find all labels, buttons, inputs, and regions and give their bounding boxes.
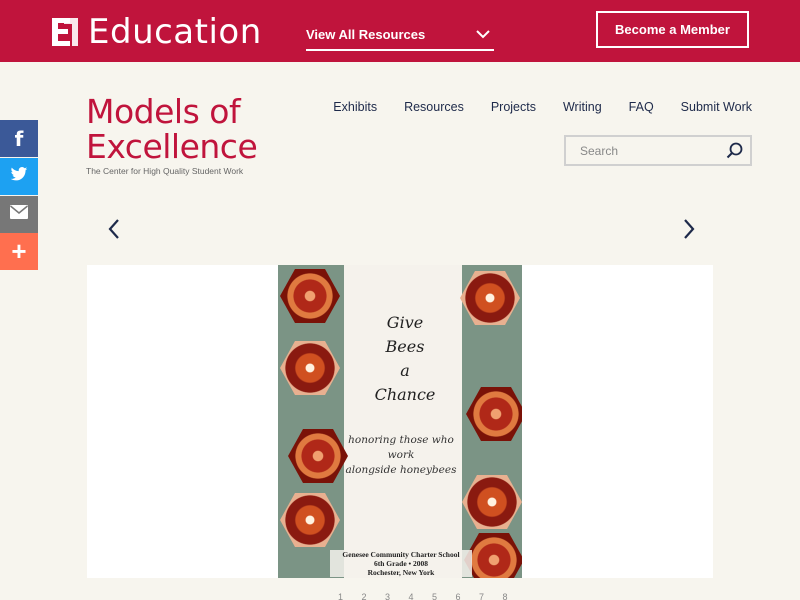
nav-faq[interactable]: FAQ <box>629 100 654 114</box>
main-nav: Exhibits Resources Projects Writing FAQ … <box>306 100 752 114</box>
cover-subtitle-line: honoring those who work <box>348 434 454 461</box>
cover-title-line: Chance <box>374 385 436 404</box>
carousel-prev-arrow[interactable] <box>104 217 126 241</box>
logo-tagline: The Center for High Quality Student Work <box>86 166 244 176</box>
carousel-next-arrow[interactable] <box>678 217 700 241</box>
logo-line-1: Models of <box>86 92 241 131</box>
nav-exhibits[interactable]: Exhibits <box>333 100 377 114</box>
email-share-button[interactable] <box>0 196 38 233</box>
cover-footer-line: Genesee Community Charter School <box>342 550 460 559</box>
search-input[interactable] <box>566 137 716 164</box>
nav-resources[interactable]: Resources <box>404 100 464 114</box>
cover-subtitle-line: alongside honeybees <box>345 464 457 476</box>
el-logo-mark-icon <box>50 16 80 48</box>
cover-footer-line: Rochester, New York <box>367 568 435 577</box>
carousel-pagination[interactable]: 1 2 3 4 5 6 7 8 <box>338 592 516 600</box>
cover-footer: Genesee Community Charter School 6th Gra… <box>330 550 472 577</box>
twitter-share-button[interactable] <box>0 158 38 195</box>
plus-icon: + <box>11 236 27 266</box>
nav-writing[interactable]: Writing <box>563 100 602 114</box>
facebook-share-button[interactable]: f <box>0 120 38 157</box>
logo-line-2: Excellence <box>86 127 258 166</box>
view-all-resources-dropdown[interactable]: View All Resources <box>306 20 494 51</box>
carousel-stage: Give Bees a Chance honoring those who wo… <box>87 265 713 578</box>
search-icon[interactable] <box>726 142 744 165</box>
more-share-button[interactable]: + <box>0 233 38 270</box>
cover-title-line: Give <box>386 313 424 332</box>
become-member-button[interactable]: Become a Member <box>596 11 749 48</box>
twitter-icon <box>10 166 28 187</box>
models-of-excellence-logo[interactable]: Models of Excellence The Center for High… <box>86 92 258 176</box>
brand-name: Education <box>88 12 262 52</box>
nav-submit-work[interactable]: Submit Work <box>681 100 752 114</box>
top-bar: Education View All Resources Become a Me… <box>0 0 800 62</box>
cover-title: Give Bees a Chance <box>348 311 462 407</box>
envelope-icon <box>10 205 28 224</box>
cover-title-line: a <box>400 361 410 380</box>
cover-title-line: Bees <box>385 337 425 356</box>
nav-projects[interactable]: Projects <box>491 100 536 114</box>
el-education-logo[interactable]: Education <box>50 12 262 52</box>
cover-subtitle: honoring those who work alongside honeyb… <box>336 433 466 478</box>
cover-footer-line: 6th Grade • 2008 <box>373 559 429 568</box>
search-box <box>564 135 752 166</box>
dropdown-label: View All Resources <box>306 27 426 42</box>
chevron-down-icon <box>476 27 490 44</box>
facebook-icon: f <box>14 126 24 151</box>
book-cover-image[interactable]: Give Bees a Chance honoring those who wo… <box>278 265 522 578</box>
